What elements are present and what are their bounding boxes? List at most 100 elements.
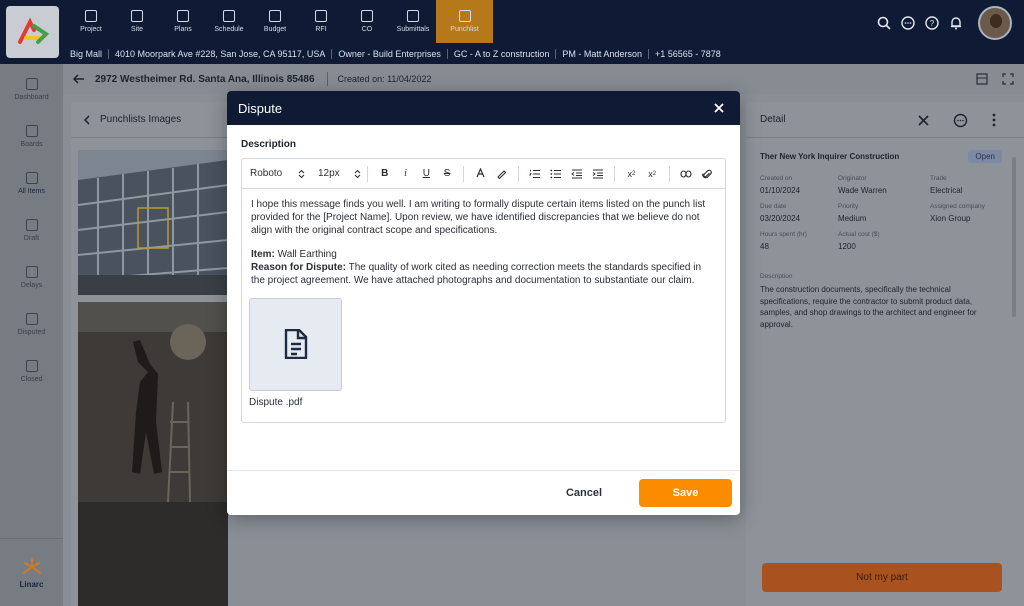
underline-icon[interactable]: U xyxy=(416,165,437,183)
info-item: 4010 Moorpark Ave #228, San Jose, CA 951… xyxy=(108,48,331,59)
calendar-icon xyxy=(223,10,235,22)
project-info-bar: Big Mall 4010 Moorpark Ave #228, San Jose… xyxy=(68,43,727,64)
sort-arrows-icon xyxy=(298,169,305,178)
sidebar-item-boards[interactable]: Boards xyxy=(0,113,63,160)
expand-icon[interactable] xyxy=(1002,73,1014,85)
top-bar: Project Site Plans Schedule Budget RFI CO Submi… xyxy=(0,0,1024,64)
help-icon[interactable]: ? xyxy=(924,15,940,31)
sidebar-item-disputed[interactable]: Disputed xyxy=(0,301,63,348)
field-value: Medium xyxy=(838,214,867,223)
bell-icon[interactable] xyxy=(948,15,964,31)
info-item: Owner - Build Enterprises xyxy=(331,48,447,59)
info-item: Big Mall xyxy=(70,48,103,59)
subscript-icon[interactable]: x2 xyxy=(621,165,642,183)
detail-title: Detail xyxy=(760,114,786,125)
nav-item-label: Project xyxy=(80,26,102,33)
dashboard-icon xyxy=(25,78,38,90)
comment-icon[interactable] xyxy=(953,113,968,128)
nav-item-co[interactable]: CO xyxy=(344,0,390,43)
more-options-icon[interactable] xyxy=(992,113,996,127)
sidebar-item-draft[interactable]: Draft xyxy=(0,207,63,254)
editor-content[interactable]: I hope this message finds you well. I am… xyxy=(242,189,725,410)
chat-icon[interactable] xyxy=(900,15,916,31)
dispute-modal: Dispute Description Roboto 12px B i U S … xyxy=(227,91,740,515)
back-arrow-icon[interactable] xyxy=(73,74,87,84)
modal-footer: Cancel Save xyxy=(227,470,740,515)
punchlist-images-panel: Punchlists Images xyxy=(71,102,228,606)
highlight-icon[interactable] xyxy=(491,165,512,183)
nav-item-rfi[interactable]: RFI xyxy=(298,0,344,43)
text-color-icon[interactable] xyxy=(470,165,491,183)
sidebar-item-dashboard[interactable]: Dashboard xyxy=(0,66,63,113)
italic-icon[interactable]: i xyxy=(395,165,416,183)
superscript-icon[interactable]: x2 xyxy=(642,165,663,183)
bold-icon[interactable]: B xyxy=(374,165,395,183)
nav-item-label: RFI xyxy=(315,26,327,33)
field-label: Originator xyxy=(838,175,867,182)
plans-icon xyxy=(177,10,189,22)
nav-item-schedule[interactable]: Schedule xyxy=(206,0,252,43)
tools-icon[interactable] xyxy=(917,114,930,127)
layout-icon[interactable] xyxy=(976,73,988,85)
top-actions: ? xyxy=(876,6,1012,40)
rfi-icon xyxy=(315,10,327,22)
sidebar-item-label: Draft xyxy=(23,235,40,242)
nav-item-punchlist[interactable]: Punchlist xyxy=(436,0,493,43)
outdent-icon[interactable] xyxy=(566,165,587,183)
status-badge: Open xyxy=(968,150,1002,163)
field-value: Electrical xyxy=(930,186,963,195)
chevron-left-icon[interactable] xyxy=(83,114,90,125)
rich-text-editor[interactable]: Roboto 12px B i U S x 2 x 2 I hope this … xyxy=(241,158,726,423)
field-label: Actual cost ($) xyxy=(838,231,880,238)
divider xyxy=(326,72,328,86)
numbered-list-icon[interactable] xyxy=(525,165,546,183)
detail-field: Assigned company Xion Group xyxy=(930,203,1010,223)
sidebar-item-label: Boards xyxy=(20,141,43,148)
attachment-thumbnail[interactable] xyxy=(249,297,342,391)
site-photo-1[interactable] xyxy=(78,150,228,295)
main-nav: Project Site Plans Schedule Budget RFI CO Submi… xyxy=(68,0,493,43)
nav-item-label: Punchlist xyxy=(450,26,479,33)
save-button[interactable]: Save xyxy=(639,479,732,507)
nav-item-label: Plans xyxy=(174,26,192,33)
co-icon xyxy=(361,10,373,22)
reason-line: Reason for Dispute: The quality of work … xyxy=(251,262,702,286)
font-family-select[interactable]: Roboto xyxy=(250,165,305,183)
detail-field: Actual cost ($) 1200 xyxy=(838,231,930,251)
nav-item-submittals[interactable]: Submittals xyxy=(390,0,436,43)
sidebar-item-delays[interactable]: Delays xyxy=(0,254,63,301)
editor-toolbar: Roboto 12px B i U S x 2 x 2 xyxy=(242,159,725,189)
indent-icon[interactable] xyxy=(587,165,608,183)
close-icon[interactable] xyxy=(712,101,726,115)
field-label: Priority xyxy=(838,203,859,210)
site-photo-2[interactable] xyxy=(78,302,228,606)
sidebar-item-all-items[interactable]: All Items xyxy=(0,160,63,207)
not-my-part-button[interactable]: Not my part xyxy=(762,563,1002,592)
bullet-list-icon[interactable] xyxy=(546,165,567,183)
strikethrough-icon[interactable]: S xyxy=(437,165,458,183)
body-paragraph: I hope this message finds you well. I am… xyxy=(251,199,706,236)
app-logo[interactable] xyxy=(6,6,59,58)
cancel-button[interactable]: Cancel xyxy=(539,487,629,499)
linarc-logo-icon xyxy=(17,18,49,44)
sidebar-item-label: Disputed xyxy=(17,329,46,336)
description-text: The construction documents, specifically… xyxy=(760,285,977,329)
delays-icon xyxy=(25,266,38,278)
sidebar-item-closed[interactable]: Closed xyxy=(0,348,63,395)
info-item: PM - Matt Anderson xyxy=(555,48,648,59)
user-avatar[interactable] xyxy=(978,6,1012,40)
attachment-name[interactable]: Dispute .pdf xyxy=(249,397,716,410)
scrollbar[interactable] xyxy=(1012,157,1016,317)
nav-item-budget[interactable]: Budget xyxy=(252,0,298,43)
attachment-icon[interactable] xyxy=(696,165,717,183)
document-icon xyxy=(284,329,307,360)
nav-item-site[interactable]: Site xyxy=(114,0,160,43)
toolbar-divider xyxy=(367,165,369,182)
link-icon[interactable] xyxy=(675,165,696,183)
nav-item-project[interactable]: Project xyxy=(68,0,114,43)
search-icon[interactable] xyxy=(876,15,892,31)
nav-item-plans[interactable]: Plans xyxy=(160,0,206,43)
disputed-icon xyxy=(25,313,38,325)
font-size-select[interactable]: 12px xyxy=(318,165,361,183)
nav-item-label: Site xyxy=(130,26,144,33)
